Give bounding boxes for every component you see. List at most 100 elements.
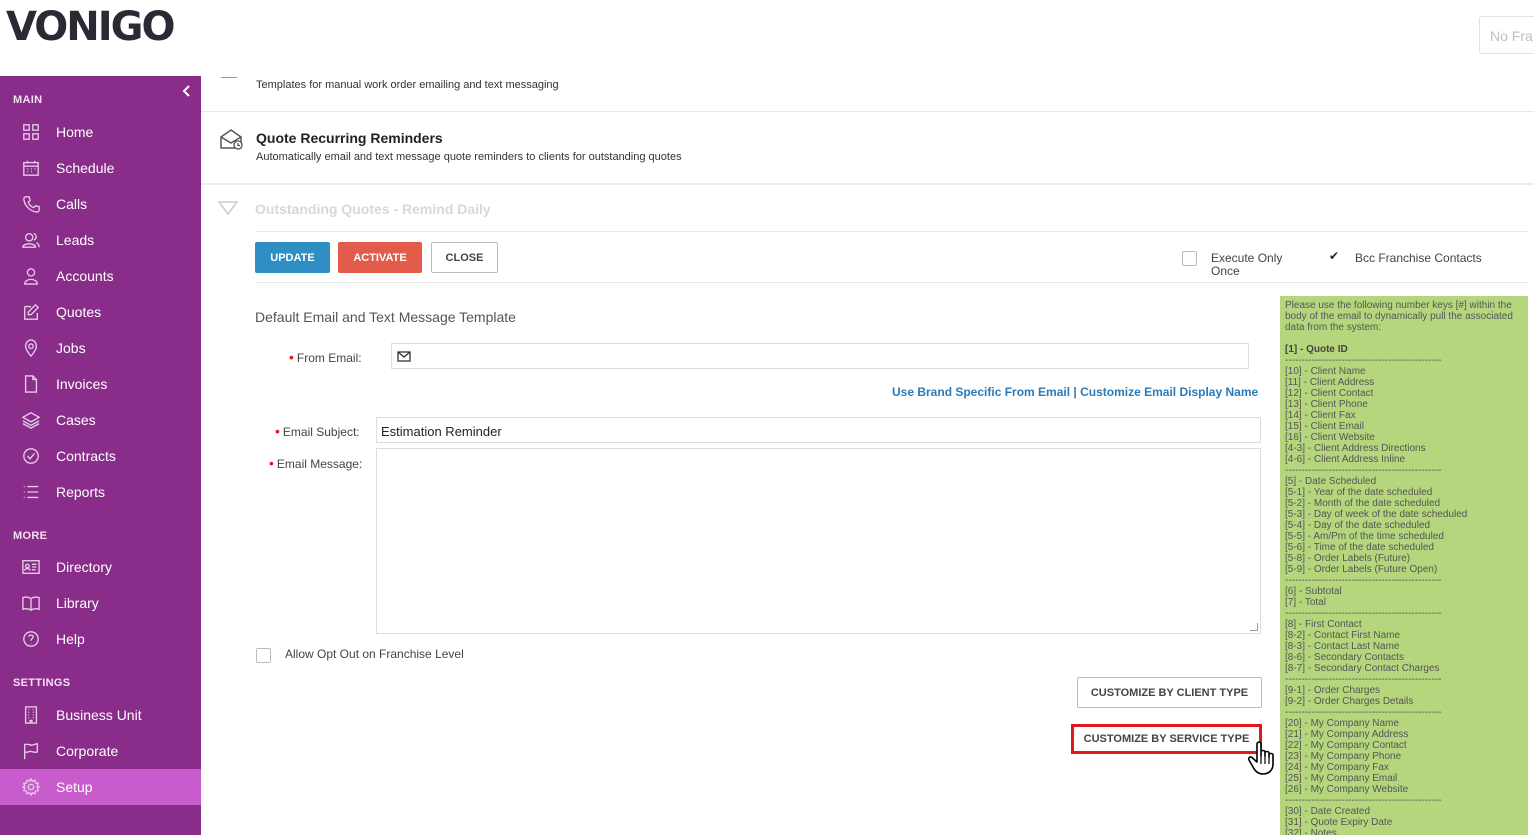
update-button[interactable]: UPDATE <box>255 242 330 273</box>
key-line: [8-3] - Contact Last Name <box>1285 641 1400 652</box>
main-content: Templates for manual work order emailing… <box>201 76 1534 835</box>
email-message-textarea[interactable] <box>376 448 1261 634</box>
check-circle-icon <box>21 446 41 466</box>
sidebar-item-cases[interactable]: Cases <box>0 402 201 438</box>
from-email-label: • From Email: <box>289 349 362 365</box>
required-dot-icon: • <box>269 455 274 471</box>
outstanding-quotes-title[interactable]: Outstanding Quotes - Remind Daily <box>255 201 491 217</box>
key-line: [5-6] - Time of the date scheduled <box>1285 542 1434 553</box>
execute-once-checkbox[interactable] <box>1182 251 1197 266</box>
sidebar-item-label: Corporate <box>56 743 119 759</box>
sidebar-item-label: Calls <box>56 196 88 212</box>
customize-by-service-type-button[interactable]: CUSTOMIZE BY SERVICE TYPE <box>1071 724 1262 754</box>
email-subject-input[interactable]: Estimation Reminder <box>376 417 1261 443</box>
sidebar-item-contracts[interactable]: Contracts <box>0 438 201 474</box>
divider <box>255 231 1528 232</box>
sidebar-section-settings: SETTINGS <box>13 677 71 689</box>
key-separator: ----------------------------------------… <box>1285 674 1442 685</box>
number-keys-panel: Please use the following number keys [#]… <box>1280 296 1528 835</box>
sidebar-item-help[interactable]: Help <box>0 621 201 657</box>
calendar-icon <box>21 158 41 178</box>
sidebar-item-accounts[interactable]: Accounts <box>0 258 201 294</box>
bcc-franchise-checkbox[interactable]: ✔ <box>1326 249 1341 265</box>
divider <box>255 282 1528 283</box>
key-line: [5-9] - Order Labels (Future Open) <box>1285 564 1438 575</box>
sidebar-item-label: Leads <box>56 232 95 248</box>
key-line: [24] - My Company Fax <box>1285 762 1389 773</box>
key-line: [8] - First Contact <box>1285 619 1362 630</box>
brand-from-email-link[interactable]: Use Brand Specific From Email <box>892 385 1070 399</box>
quote-reminders-card[interactable]: Quote Recurring Reminders Automatically … <box>201 113 1534 185</box>
collapse-triangle-icon[interactable] <box>217 201 239 220</box>
key-line: [22] - My Company Contact <box>1285 740 1407 751</box>
bcc-franchise-label: Bcc Franchise Contacts <box>1355 251 1482 265</box>
sidebar: MAIN MORE SETTINGS Home Schedule Calls Lead… <box>0 76 201 835</box>
email-subject-label: • Email Subject: <box>275 423 360 439</box>
vonigo-logo[interactable]: VONIGO <box>6 4 175 50</box>
key-line: [1] - Quote ID <box>1285 344 1348 355</box>
sidebar-item-invoices[interactable]: Invoices <box>0 366 201 402</box>
key-line: [13] - Client Phone <box>1285 399 1368 410</box>
key-line: [14] - Client Fax <box>1285 410 1356 421</box>
key-line: [25] - My Company Email <box>1285 773 1398 784</box>
key-line: [8-2] - Contact First Name <box>1285 630 1401 641</box>
key-line: [12] - Client Contact <box>1285 388 1374 399</box>
required-dot-icon: • <box>289 349 294 365</box>
sidebar-item-label: Cases <box>56 412 96 428</box>
sidebar-item-jobs[interactable]: Jobs <box>0 330 201 366</box>
key-line: [5] - Date Scheduled <box>1285 476 1377 487</box>
key-line: [26] - My Company Website <box>1285 784 1409 795</box>
key-line: [31] - Quote Expiry Date <box>1285 817 1393 828</box>
sidebar-item-label: Library <box>56 595 99 611</box>
key-line: [15] - Client Email <box>1285 421 1364 432</box>
sidebar-item-library[interactable]: Library <box>0 585 201 621</box>
key-line: [4-6] - Client Address Inline <box>1285 454 1406 465</box>
required-dot-icon: • <box>275 423 280 439</box>
key-line: [4-3] - Client Address Directions <box>1285 443 1426 454</box>
directory-icon <box>21 557 41 577</box>
sidebar-item-label: Invoices <box>56 376 108 392</box>
sidebar-item-calls[interactable]: Calls <box>0 186 201 222</box>
sidebar-item-label: Help <box>56 631 85 647</box>
sidebar-item-directory[interactable]: Directory <box>0 549 201 585</box>
customize-by-client-type-button[interactable]: CUSTOMIZE BY CLIENT TYPE <box>1077 677 1262 708</box>
key-line: [8-7] - Secondary Contact Charges <box>1285 663 1440 674</box>
sidebar-item-home[interactable]: Home <box>0 114 201 150</box>
sidebar-item-label: Quotes <box>56 304 102 320</box>
sidebar-item-label: Reports <box>56 484 106 500</box>
key-line: [32] - Notes <box>1285 828 1337 835</box>
close-button[interactable]: CLOSE <box>431 242 498 273</box>
email-subject-label-text: Email Subject: <box>282 425 360 439</box>
activate-button[interactable]: ACTIVATE <box>338 242 422 273</box>
sidebar-item-leads[interactable]: Leads <box>0 222 201 258</box>
sidebar-item-label: Jobs <box>56 340 86 356</box>
sidebar-item-label: Directory <box>56 559 113 575</box>
allow-opt-out-checkbox[interactable] <box>256 648 271 663</box>
allow-opt-out-label: Allow Opt Out on Franchise Level <box>285 647 464 661</box>
sidebar-section-main: MAIN <box>13 94 43 106</box>
key-line: [21] - My Company Address <box>1285 729 1409 740</box>
sidebar-item-setup[interactable]: Setup <box>0 769 201 805</box>
key-separator: ----------------------------------------… <box>1285 795 1442 806</box>
key-line: [16] - Client Website <box>1285 432 1375 443</box>
sidebar-item-reports[interactable]: Reports <box>0 474 201 510</box>
book-icon <box>21 593 41 613</box>
resize-handle-icon[interactable] <box>1250 623 1258 631</box>
sidebar-item-business-unit[interactable]: Business Unit <box>0 697 201 733</box>
key-line: [9-1] - Order Charges <box>1285 685 1381 696</box>
sidebar-item-corporate[interactable]: Corporate <box>0 733 201 769</box>
from-email-field[interactable] <box>391 343 1249 369</box>
sidebar-item-schedule[interactable]: Schedule <box>0 150 201 186</box>
customize-display-name-link[interactable]: Customize Email Display Name <box>1080 385 1258 399</box>
manual-templates-card[interactable]: Templates for manual work order emailing… <box>201 76 1534 112</box>
app-header: VONIGO No Fra <box>0 0 1534 76</box>
key-line: [10] - Client Name <box>1285 366 1366 377</box>
chevron-left-icon[interactable] <box>182 84 192 100</box>
key-separator: ----------------------------------------… <box>1285 355 1442 366</box>
building-icon <box>21 705 41 725</box>
key-line: [9-2] - Order Charges Details <box>1285 696 1414 707</box>
franchise-selector[interactable]: No Fra <box>1479 16 1534 54</box>
from-email-label-text: From Email: <box>296 351 362 365</box>
sidebar-item-quotes[interactable]: Quotes <box>0 294 201 330</box>
quote-reminders-desc: Automatically email and text message quo… <box>256 151 682 163</box>
